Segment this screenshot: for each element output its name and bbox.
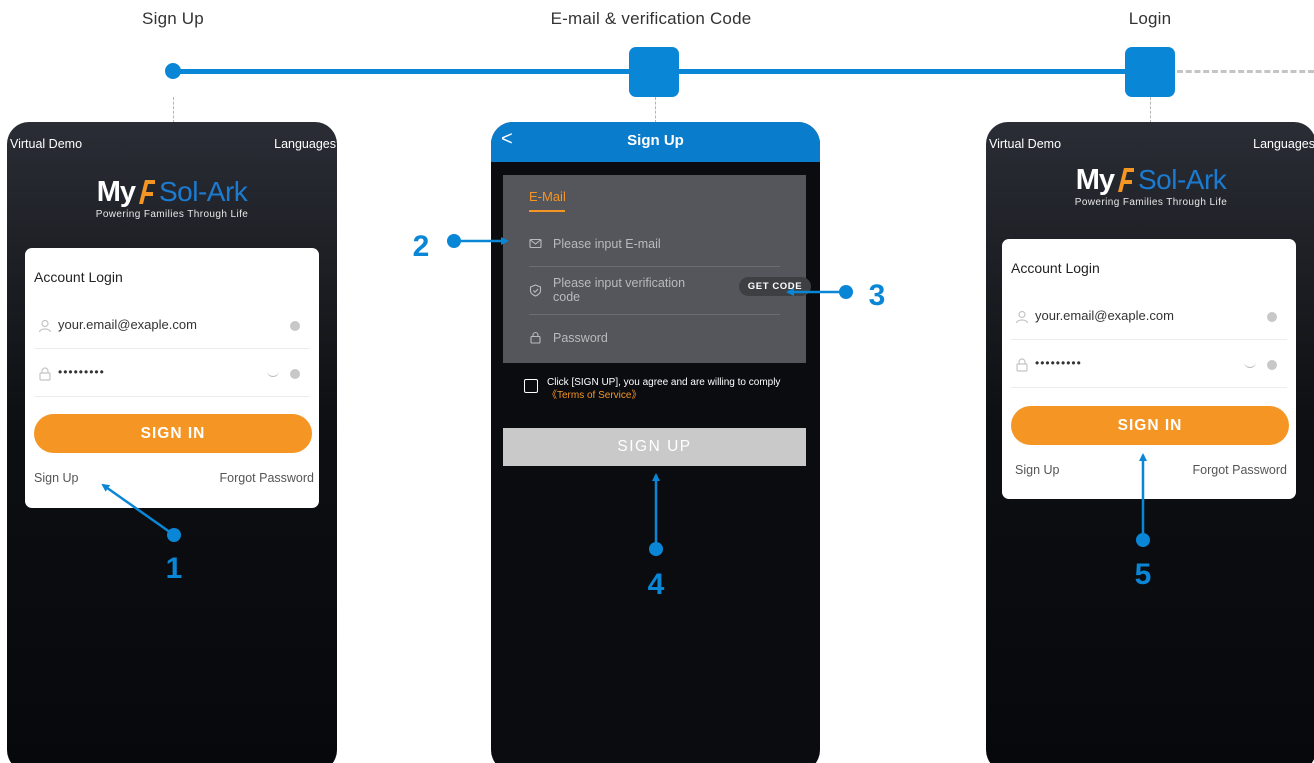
annotation-arrows (101, 234, 1150, 556)
step-number-1: 1 (165, 552, 183, 585)
arrow-3 (786, 285, 853, 299)
step-number-5: 5 (1134, 558, 1152, 591)
arrow-1 (101, 483, 181, 542)
step-number-2: 2 (412, 230, 430, 263)
arrow-2 (447, 234, 509, 248)
signup-flow-diagram: Sign Up E-mail & verification Code Login… (0, 0, 1314, 763)
arrow-4 (649, 473, 663, 556)
step-number-3: 3 (868, 279, 886, 312)
step-number-4: 4 (647, 568, 665, 601)
arrow-5 (1136, 453, 1150, 547)
